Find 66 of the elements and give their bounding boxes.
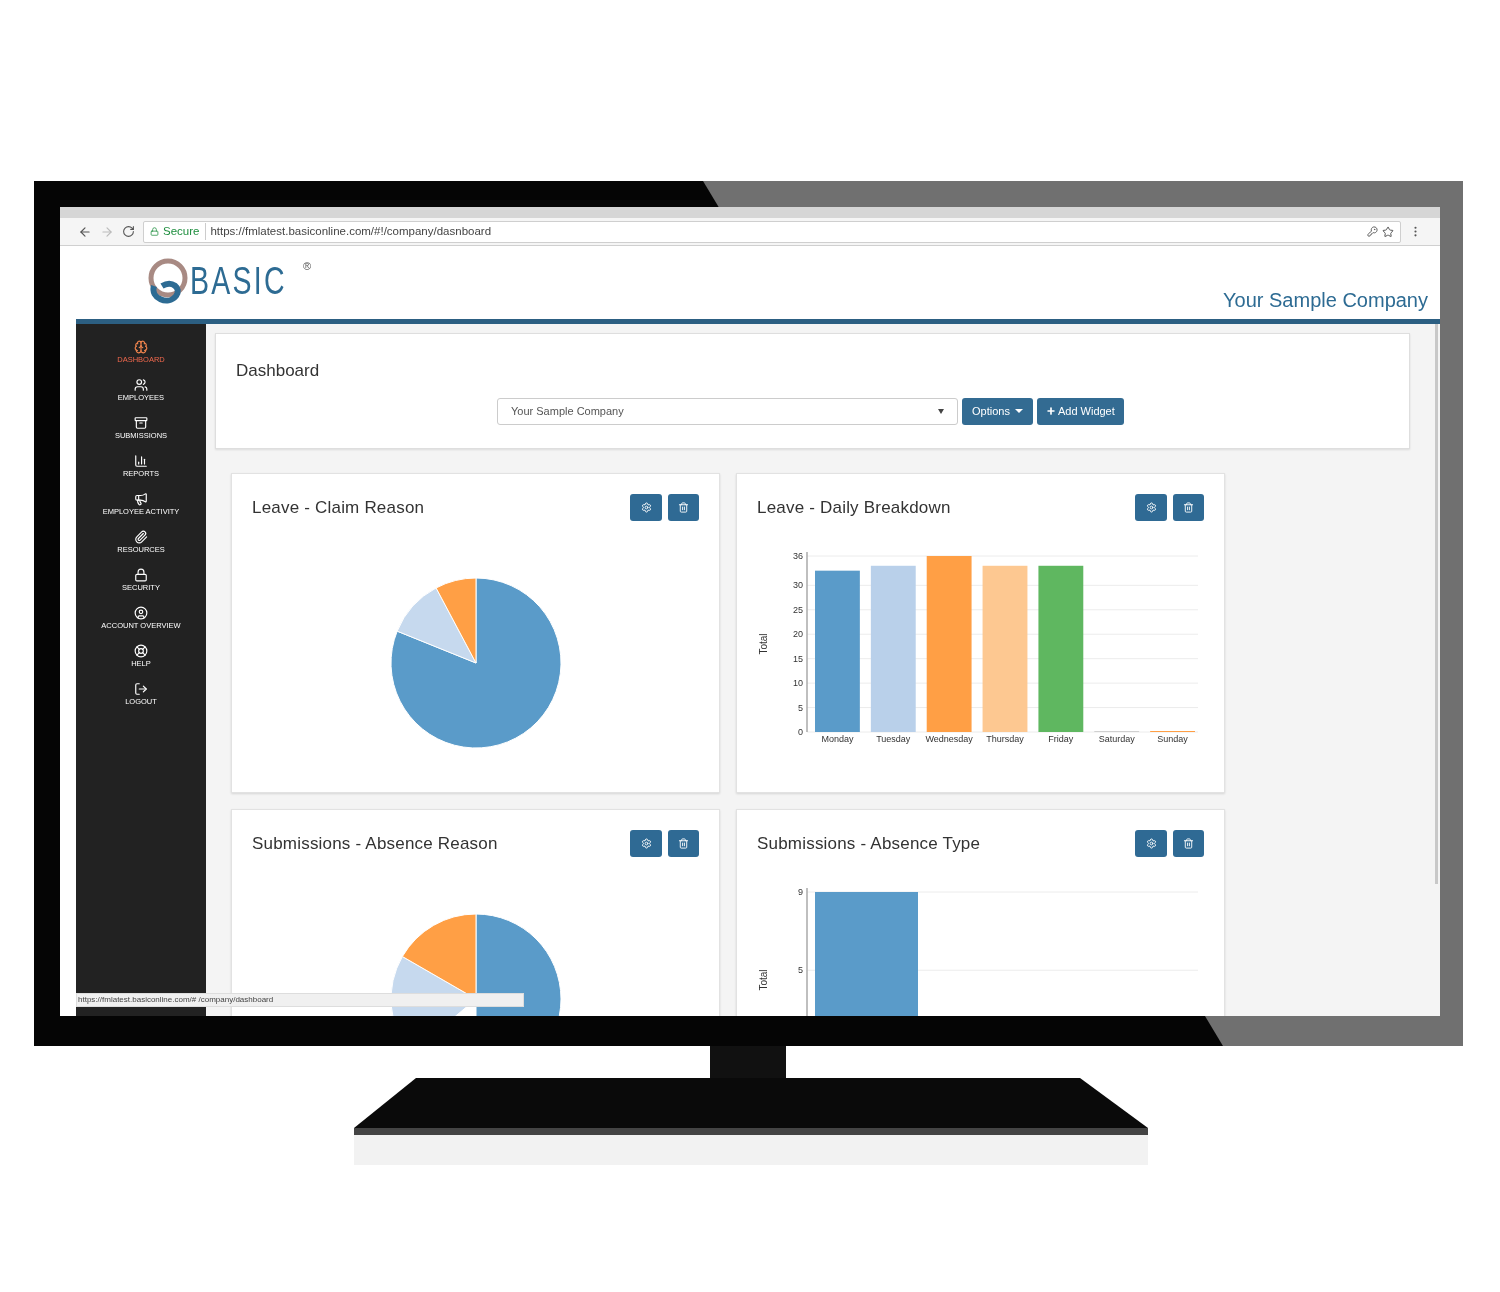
tick-label: 9: [798, 887, 803, 897]
category-label: Wednesday: [925, 734, 973, 744]
category-label: Thursday: [986, 734, 1024, 744]
caret-icon: [1014, 409, 1023, 413]
person-circle-icon: [134, 606, 148, 620]
axis-title: Total: [758, 633, 769, 655]
megaphone-icon: [134, 492, 148, 506]
trash-icon: [1183, 502, 1194, 513]
trash-icon: [678, 838, 689, 849]
brain-icon: [134, 340, 148, 354]
delete-button[interactable]: [1173, 830, 1204, 857]
reload-icon[interactable]: [122, 225, 135, 238]
settings-icon: [640, 838, 652, 849]
widget-title: Leave - Claim Reason: [252, 496, 425, 519]
settings-icon: [1145, 502, 1157, 513]
settings-button[interactable]: [630, 830, 662, 857]
people-icon: [134, 378, 148, 392]
axis-title: Total: [758, 969, 769, 991]
registered-mark: ®: [303, 258, 312, 274]
delete-button[interactable]: [668, 494, 699, 521]
secure-label: Secure: [163, 222, 207, 241]
settings-icon: [1145, 838, 1157, 849]
trash-icon: [678, 502, 689, 513]
star-icon[interactable]: [1382, 225, 1394, 238]
tick-label: 5: [798, 965, 803, 976]
settings-button[interactable]: [1135, 830, 1167, 857]
tick-label: 30: [793, 580, 803, 591]
widget-title: Leave - Daily Breakdown: [757, 496, 951, 519]
plus-icon: [1045, 406, 1056, 416]
tick-label: 20: [793, 629, 803, 640]
category-label: Monday: [821, 734, 854, 744]
settings-button[interactable]: [630, 494, 662, 521]
address-field[interactable]: Secure https://fmlatest.basiconline.com/#!/company/dasnboard: [143, 220, 1401, 243]
lifebuoy-icon: [134, 644, 148, 658]
tick-label: 36: [793, 551, 803, 561]
widget-title: Submissions - Absence Reason: [252, 832, 498, 855]
archive-box-icon: [134, 416, 148, 430]
url-text: https://fmlatest.basiconline.com/#!/company/dasnboard: [210, 223, 492, 239]
bar-chart-icon: [134, 454, 148, 468]
category-label: Friday: [1048, 734, 1074, 744]
tick-label: 15: [793, 653, 803, 664]
tick-label: 5: [798, 702, 803, 713]
tick-label: 25: [793, 604, 803, 615]
add-widget-button[interactable]: Add Widget: [1036, 397, 1124, 425]
status-url: https://fmlatest.basiconline.com/# /company/dashboard: [76, 993, 524, 1007]
tick-label: 10: [793, 678, 803, 689]
company-name: Your Sample Company: [1223, 288, 1428, 313]
logo-text: BASIC: [190, 261, 287, 300]
trash-icon: [1183, 838, 1194, 849]
category-label: Tuesday: [876, 734, 911, 744]
delete-button[interactable]: [668, 830, 699, 857]
delete-button[interactable]: [1173, 494, 1204, 521]
category-label: Sunday: [1157, 734, 1188, 744]
key-icon[interactable]: [1367, 226, 1378, 237]
lock-icon: [134, 568, 148, 582]
settings-icon: [640, 502, 652, 513]
paperclip-icon: [134, 530, 148, 544]
company-select[interactable]: Your Sample Company: [497, 397, 958, 425]
category-label: Saturday: [1098, 734, 1135, 744]
settings-button[interactable]: [1135, 494, 1167, 521]
tick-label: 0: [798, 727, 803, 737]
options-button[interactable]: Options: [962, 397, 1033, 425]
lock-icon: [150, 227, 159, 236]
back-icon[interactable]: [78, 224, 92, 239]
widget-title: Submissions - Absence Type: [757, 832, 981, 855]
page-title: Dashboard: [236, 360, 321, 382]
